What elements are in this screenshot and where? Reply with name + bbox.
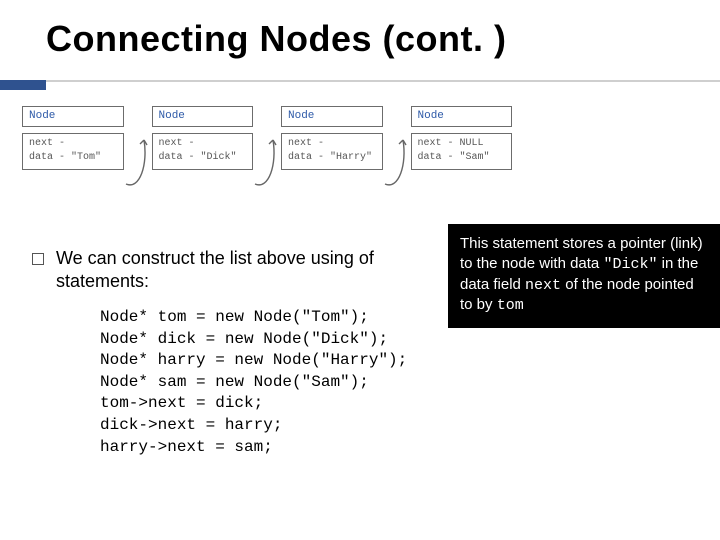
node-data-label: data - xyxy=(288,151,330,165)
node-next-label: next - xyxy=(29,137,71,151)
bullet-text: We can construct the list above using of… xyxy=(56,247,438,293)
node-next-label: next - xyxy=(418,137,460,151)
divider-line xyxy=(46,80,720,82)
node-type-label: Node xyxy=(152,106,254,127)
arrow-icon xyxy=(383,134,411,196)
node-next-value: NULL xyxy=(460,137,484,151)
slide: Connecting Nodes (cont. ) Node next - dat… xyxy=(0,0,720,540)
node-next-label: next - xyxy=(159,137,201,151)
node-type-label: Node xyxy=(411,106,513,127)
node-data-value: "Harry" xyxy=(330,151,372,165)
node-data-label: data - xyxy=(29,151,71,165)
tooltip-code: tom xyxy=(497,297,524,314)
node-body: next - NULLdata - "Sam" xyxy=(411,133,513,170)
bullet-marker xyxy=(32,253,44,265)
page-title: Connecting Nodes (cont. ) xyxy=(46,18,506,60)
node-card: Node next - data - "Tom" xyxy=(22,106,124,170)
tooltip-code: "Dick" xyxy=(603,256,657,273)
node-next-label: next - xyxy=(288,137,330,151)
tooltip-code: next xyxy=(525,277,561,294)
node-card: Node next - data - "Dick" xyxy=(152,106,254,170)
node-data-label: data - xyxy=(418,151,460,165)
node-body: next - data - "Tom" xyxy=(22,133,124,170)
node-type-label: Node xyxy=(281,106,383,127)
node-data-value: "Dick" xyxy=(201,151,237,165)
divider-accent xyxy=(0,80,46,90)
tooltip-callout: This statement stores a pointer (link) t… xyxy=(448,224,720,328)
node-data-value: "Tom" xyxy=(71,151,101,165)
node-data-label: data - xyxy=(159,151,201,165)
node-card: Node next - NULLdata - "Sam" xyxy=(411,106,513,170)
arrow-icon xyxy=(124,134,152,196)
bullet-item: We can construct the list above using of… xyxy=(32,247,438,293)
nodes-row: Node next - data - "Tom" Node next - data -… xyxy=(22,106,512,198)
node-type-label: Node xyxy=(22,106,124,127)
node-data-value: "Sam" xyxy=(460,151,490,165)
arrow-icon xyxy=(253,134,281,196)
code-block: Node* tom = new Node("Tom"); Node* dick … xyxy=(100,307,407,458)
node-body: next - data - "Harry" xyxy=(281,133,383,170)
node-body: next - data - "Dick" xyxy=(152,133,254,170)
title-divider xyxy=(0,80,720,90)
node-card: Node next - data - "Harry" xyxy=(281,106,383,170)
